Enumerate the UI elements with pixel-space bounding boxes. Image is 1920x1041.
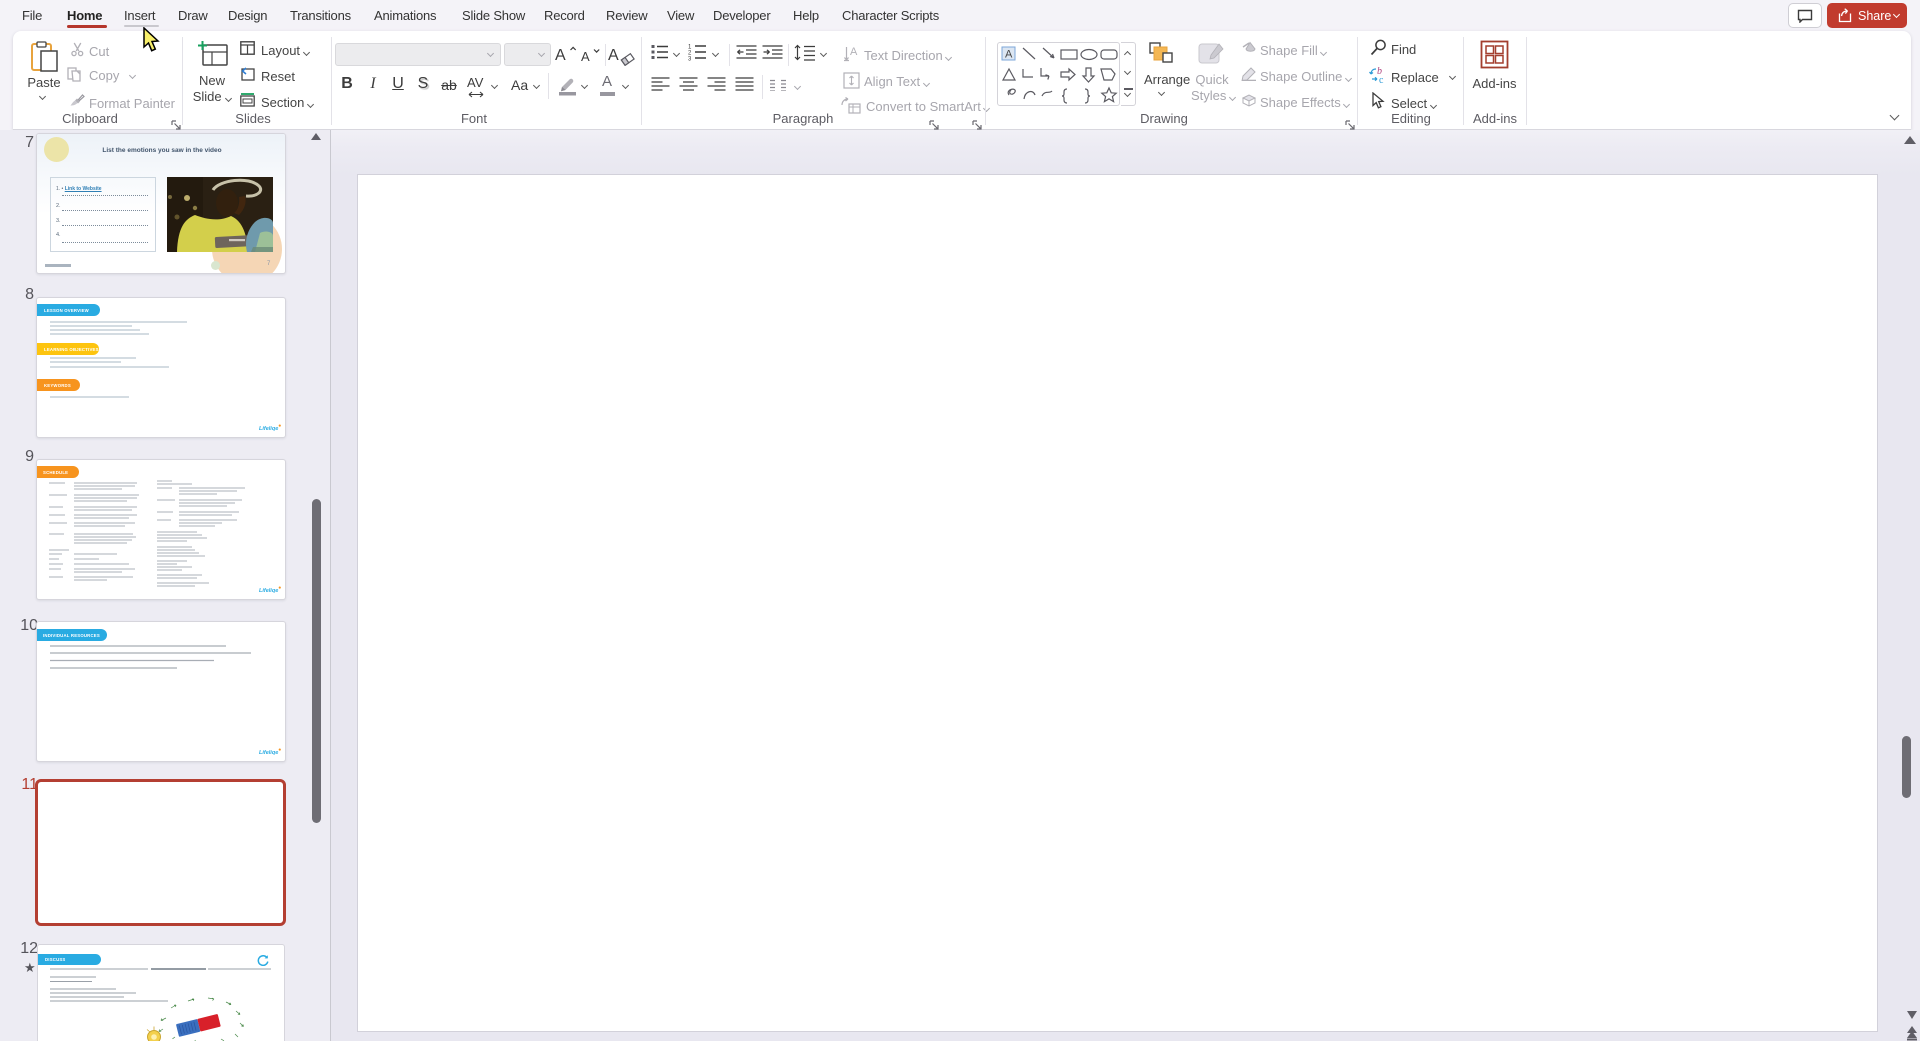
svg-text:A: A <box>850 46 858 58</box>
svg-text:c: c <box>1379 75 1384 86</box>
svg-text:AV: AV <box>467 76 484 90</box>
svg-text:A: A <box>555 47 566 64</box>
svg-text:A: A <box>1005 49 1013 61</box>
svg-text:A: A <box>581 49 590 64</box>
svg-text:3: 3 <box>688 57 692 62</box>
svg-text:A: A <box>608 47 619 64</box>
